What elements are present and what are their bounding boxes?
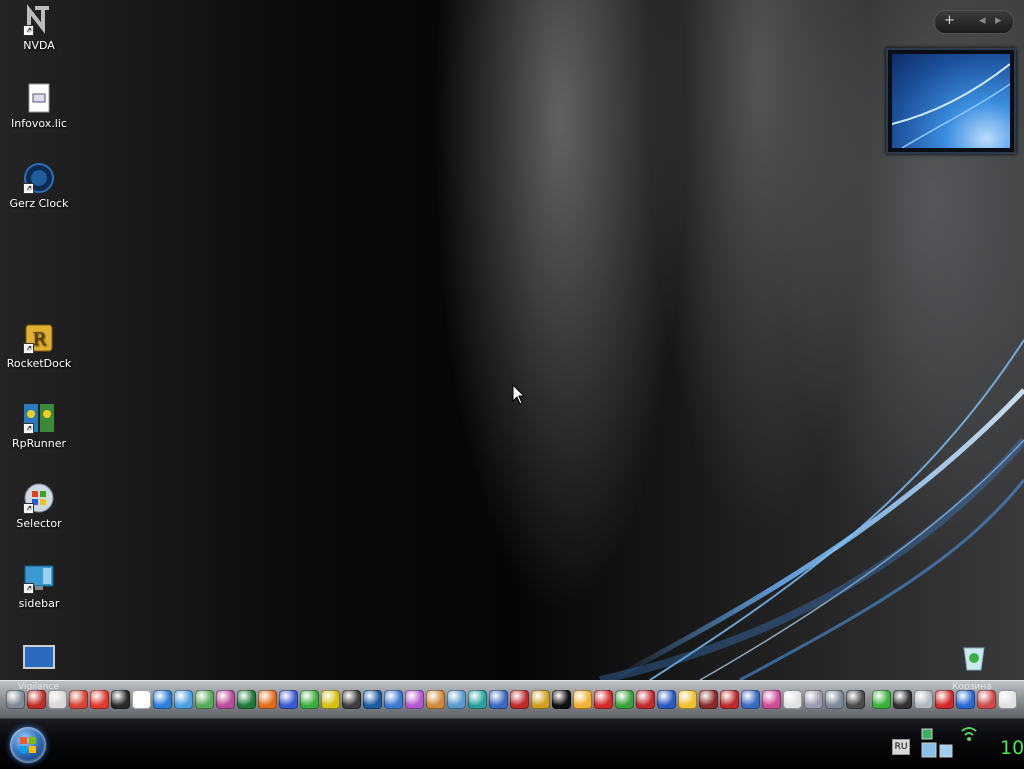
dock-app-icon[interactable] bbox=[258, 690, 277, 709]
dock-app-icon[interactable] bbox=[489, 690, 508, 709]
network-icon[interactable] bbox=[920, 727, 956, 761]
language-indicator[interactable]: RU bbox=[892, 739, 910, 755]
dock-app-icon[interactable] bbox=[956, 690, 975, 709]
dock-app-icon[interactable] bbox=[872, 690, 891, 709]
recycle-bin-icon bbox=[958, 640, 990, 672]
system-tray: RU 10 11 12 bbox=[884, 719, 1024, 769]
desktop-icon-label: RocketDock bbox=[6, 357, 72, 370]
dock-app-icon[interactable] bbox=[426, 690, 445, 709]
windows-orb-icon: ↗ bbox=[23, 482, 55, 514]
dock-app-icon[interactable] bbox=[720, 690, 739, 709]
dock-app-icon[interactable] bbox=[405, 690, 424, 709]
dock-app-icon[interactable] bbox=[531, 690, 550, 709]
dock-app-icon[interactable] bbox=[804, 690, 823, 709]
desktop-icon-label: Selector bbox=[16, 517, 62, 530]
dock-app-icon[interactable] bbox=[552, 690, 571, 709]
taskbar: RU 10 11 12 bbox=[0, 718, 1024, 769]
dock-items bbox=[6, 690, 867, 712]
dock-app-icon[interactable] bbox=[510, 690, 529, 709]
dock-app-icon[interactable] bbox=[447, 690, 466, 709]
dock-app-icon[interactable] bbox=[216, 690, 235, 709]
slideshow-image bbox=[891, 54, 1011, 149]
desktop-icon-sidebar[interactable]: ↗ sidebar bbox=[1, 562, 77, 610]
dock-app-icon[interactable] bbox=[69, 690, 88, 709]
license-file-icon bbox=[23, 82, 55, 114]
dock-app-icon[interactable] bbox=[783, 690, 802, 709]
dock-app-icon[interactable] bbox=[174, 690, 193, 709]
rocketdock-icon: R ↗ bbox=[23, 322, 55, 354]
start-button[interactable] bbox=[10, 727, 46, 763]
desktop-icon-nvda[interactable]: ↗ NVDA bbox=[1, 4, 77, 52]
dock-app-icon[interactable] bbox=[636, 690, 655, 709]
clock-hour[interactable]: 10 bbox=[1000, 737, 1024, 759]
dock-app-icon[interactable] bbox=[342, 690, 361, 709]
dock-app-icon[interactable] bbox=[132, 690, 151, 709]
dock-app-icon[interactable] bbox=[6, 690, 25, 709]
rocketdock-bar: Vigilance Корзина bbox=[0, 680, 1024, 719]
dock-app-icon[interactable] bbox=[111, 690, 130, 709]
slideshow-gadget[interactable] bbox=[886, 48, 1016, 154]
mouse-cursor bbox=[512, 383, 526, 410]
wifi-icon[interactable] bbox=[960, 725, 978, 743]
desktop-icon-rocketdock[interactable]: R ↗ RocketDock bbox=[1, 322, 77, 370]
clock-icon: ↗ bbox=[23, 162, 55, 194]
desktop-icon-label: Infovox.lic bbox=[11, 117, 67, 130]
dock-app-icon[interactable] bbox=[300, 690, 319, 709]
monitor-icon bbox=[23, 642, 55, 674]
dock-app-icon[interactable] bbox=[237, 690, 256, 709]
dock-app-icon[interactable] bbox=[195, 690, 214, 709]
add-gadget-button[interactable]: + bbox=[944, 13, 955, 28]
nvda-icon: ↗ bbox=[23, 4, 55, 36]
prev-gadget-button[interactable]: ◂ bbox=[979, 13, 986, 28]
desktop-icon-label: Gerz Clock bbox=[9, 197, 69, 210]
desktop[interactable]: ↗ NVDA Infovox.lic ↗ Gerz Clock R ↗ Rock… bbox=[0, 0, 1024, 680]
dock-app-icon[interactable] bbox=[699, 690, 718, 709]
dock-app-icon[interactable] bbox=[615, 690, 634, 709]
desktop-icon-recycle-bin[interactable] bbox=[936, 640, 1012, 675]
dock-app-icon[interactable] bbox=[27, 690, 46, 709]
dock-app-icon[interactable] bbox=[825, 690, 844, 709]
next-gadget-button[interactable]: ▸ bbox=[995, 13, 1002, 28]
dock-app-icon[interactable] bbox=[573, 690, 592, 709]
sidebar-controls: + ◂ ▸ bbox=[934, 10, 1014, 34]
dock-app-icon[interactable] bbox=[741, 690, 760, 709]
dock-app-icon[interactable] bbox=[914, 690, 933, 709]
dock-app-icon[interactable] bbox=[678, 690, 697, 709]
dock-app-icon[interactable] bbox=[657, 690, 676, 709]
dock-app-icon[interactable] bbox=[153, 690, 172, 709]
svg-text:R: R bbox=[32, 329, 46, 350]
dock-right-items bbox=[872, 690, 1019, 709]
dock-app-icon[interactable] bbox=[48, 690, 67, 709]
windows-logo-icon bbox=[20, 737, 36, 753]
desktop-icon-label: NVDA bbox=[23, 39, 55, 52]
dock-app-icon[interactable] bbox=[321, 690, 340, 709]
desktop-icon-label: RpRunner bbox=[12, 437, 66, 450]
dock-app-icon[interactable] bbox=[762, 690, 781, 709]
dock-app-icon[interactable] bbox=[977, 690, 996, 709]
desktop-icon-rprunner[interactable]: ↗ RpRunner bbox=[1, 402, 77, 450]
desktop-icon-gerz-clock[interactable]: ↗ Gerz Clock bbox=[1, 162, 77, 210]
desktop-icon-monitor[interactable] bbox=[1, 642, 77, 677]
dock-app-icon[interactable] bbox=[935, 690, 954, 709]
dock-app-icon[interactable] bbox=[384, 690, 403, 709]
desktop-icon-infovox[interactable]: Infovox.lic bbox=[1, 82, 77, 130]
desktop-icon-selector[interactable]: ↗ Selector bbox=[1, 482, 77, 530]
dock-app-icon[interactable] bbox=[893, 690, 912, 709]
desktop-icon-label: sidebar bbox=[18, 597, 60, 610]
dock-app-icon[interactable] bbox=[363, 690, 382, 709]
dock-app-icon[interactable] bbox=[998, 690, 1017, 709]
rprunner-icon: ↗ bbox=[23, 402, 55, 434]
dock-app-icon[interactable] bbox=[90, 690, 109, 709]
dock-app-icon[interactable] bbox=[279, 690, 298, 709]
wallpaper-waves bbox=[599, 339, 1024, 680]
dock-app-icon[interactable] bbox=[846, 690, 865, 709]
dock-app-icon[interactable] bbox=[468, 690, 487, 709]
sidebar-icon: ↗ bbox=[23, 562, 55, 594]
dock-app-icon[interactable] bbox=[594, 690, 613, 709]
